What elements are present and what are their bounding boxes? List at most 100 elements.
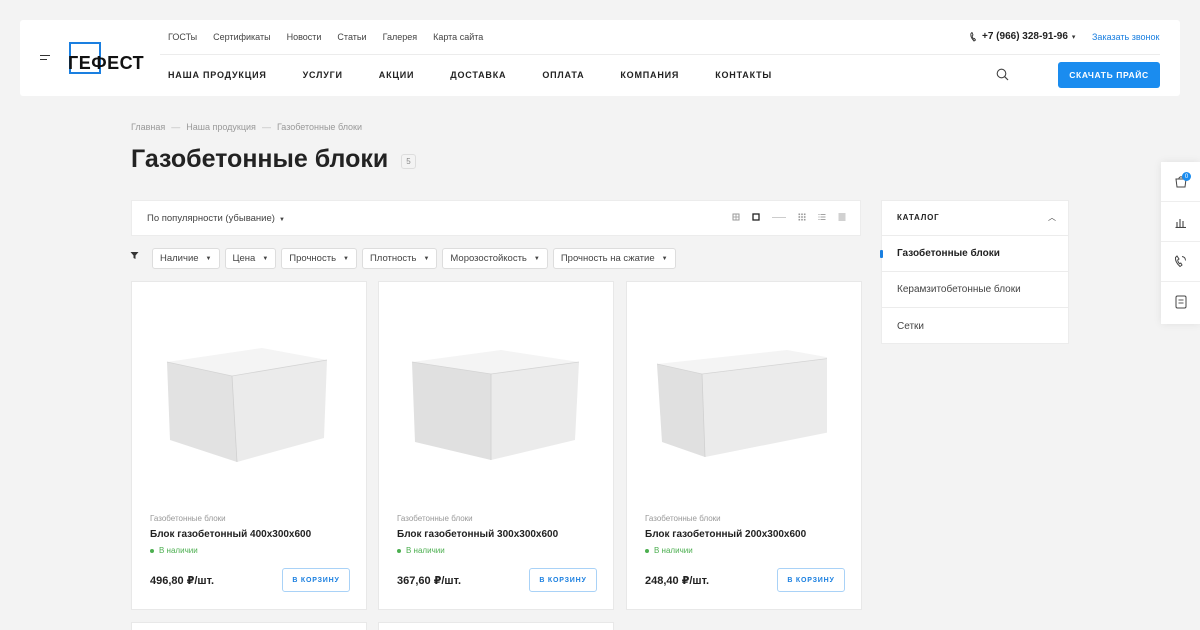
top-link-sitemap[interactable]: Карта сайта [433, 32, 483, 42]
filter-icon[interactable] [130, 251, 139, 260]
grid-block-icon[interactable] [752, 213, 760, 221]
nav-contacts[interactable]: КОНТАКТЫ [715, 70, 772, 80]
product-name[interactable]: Блок газобетонный 400х300х600 [150, 529, 311, 540]
download-price-button[interactable]: СКАЧАТЬ ПРАЙС [1058, 62, 1160, 88]
top-link-certificates[interactable]: Сертификаты [213, 32, 270, 42]
add-to-cart-button[interactable]: В КОРЗИНУ [282, 568, 350, 592]
product-image[interactable] [409, 342, 579, 467]
product-card[interactable]: Газобетонные блоки Блок газобетонный 200… [626, 281, 862, 610]
chevron-down-icon: ▼ [278, 217, 285, 223]
product-card[interactable]: Газобетонные блоки Блок газобетонный 400… [131, 281, 367, 610]
logo[interactable]: ГЕФЕСТ [68, 40, 144, 74]
stock-status: В наличии [645, 546, 693, 555]
top-link-articles[interactable]: Статьи [337, 32, 366, 42]
breadcrumb-current: Газобетонные блоки [276, 122, 363, 132]
phone-icon [1174, 255, 1186, 268]
floating-compare[interactable] [1161, 202, 1200, 242]
floating-callback[interactable] [1161, 242, 1200, 282]
add-to-cart-button[interactable]: В КОРЗИНУ [777, 568, 845, 592]
product-price: 496,80 ₽/шт. [150, 575, 215, 587]
page-title: Газобетонные блоки [131, 145, 389, 173]
nav-delivery[interactable]: ДОСТАВКА [450, 70, 506, 80]
chevron-down-icon: ▼ [533, 255, 540, 262]
stock-label: В наличии [159, 546, 198, 555]
filter-strength-label: Прочность [289, 253, 337, 264]
product-image[interactable] [162, 342, 332, 467]
chevron-down-icon: ▼ [205, 255, 212, 262]
nav-services[interactable]: УСЛУГИ [303, 70, 343, 80]
filter-availability-label: Наличие [160, 253, 199, 264]
menu-icon[interactable] [40, 55, 50, 61]
header-divider [160, 54, 1160, 55]
product-price: 367,60 ₽/шт. [397, 575, 462, 587]
search-icon[interactable] [996, 68, 1009, 81]
callback-link[interactable]: Заказать звонок [1092, 32, 1159, 42]
stock-dot-icon [150, 548, 154, 553]
table-icon[interactable] [838, 213, 846, 221]
product-image[interactable] [657, 342, 827, 467]
chevron-down-icon: ▼ [343, 255, 349, 262]
filter-strength[interactable]: Прочность ▼ [281, 248, 357, 269]
stock-label: В наличии [654, 546, 693, 555]
product-name[interactable]: Блок газобетонный 200х300х600 [645, 529, 806, 540]
catalog-sidebar: КАТАЛОГ ︿ Газобетонные блоки Керамзитобе… [880, 200, 1069, 344]
catalog-item-expanded-clay-blocks[interactable]: Керамзитобетонные блоки [882, 272, 1068, 308]
view-switcher [732, 213, 846, 221]
catalog-header[interactable]: КАТАЛОГ ︿ [882, 201, 1068, 236]
floating-documents[interactable] [1161, 282, 1200, 322]
chevron-down-icon: ▼ [423, 255, 430, 262]
stock-dot-icon [397, 548, 401, 553]
filter-density-label: Плотность [369, 253, 417, 264]
main-nav: НАША ПРОДУКЦИЯ УСЛУГИ АКЦИИ ДОСТАВКА ОПЛ… [168, 70, 808, 80]
stock-dot-icon [645, 548, 649, 553]
add-to-cart-button[interactable]: В КОРЗИНУ [529, 568, 597, 592]
view-divider [772, 216, 786, 218]
product-card-partial[interactable] [378, 622, 614, 630]
catalog-item-aerated-blocks[interactable]: Газобетонные блоки [880, 236, 1068, 272]
product-card[interactable]: Газобетонные блоки Блок газобетонный 300… [378, 281, 614, 610]
product-category: Газобетонные блоки [150, 514, 226, 523]
filter-bar: Наличие ▼ Цена ▼ Прочность ▼ Плотность ▼ Мор… [152, 248, 676, 269]
phone-number[interactable]: +7 (966) 328-91-96 [982, 31, 1068, 42]
top-link-gallery[interactable]: Галерея [383, 32, 418, 42]
top-link-news[interactable]: Новости [287, 32, 322, 42]
phone-block[interactable]: +7 (966) 328-91-96 ▾ [970, 31, 1075, 42]
filter-frost-resistance[interactable]: Морозостойкость ▼ [442, 248, 548, 269]
filter-density[interactable]: Плотность ▼ [361, 248, 438, 269]
logo-text: ГЕФЕСТ [68, 53, 145, 73]
breadcrumb-home[interactable]: Главная [131, 122, 165, 132]
sort-dropdown[interactable]: По популярности (убывание) ▼ [147, 213, 285, 224]
nav-promotions[interactable]: АКЦИИ [379, 70, 415, 80]
product-name[interactable]: Блок газобетонный 300х300х600 [397, 529, 558, 540]
product-card-partial[interactable] [131, 622, 367, 630]
product-count-badge: 5 [401, 154, 416, 169]
filter-compressive-label: Прочность на сжатие [560, 253, 655, 264]
top-link-gost[interactable]: ГОСТы [168, 32, 197, 42]
grid-small-icon[interactable] [798, 213, 806, 221]
cart-count-badge: 0 [1182, 172, 1191, 181]
sort-label: По популярности (убывание) [147, 213, 275, 224]
nav-payment[interactable]: ОПЛАТА [542, 70, 584, 80]
grid-large-icon[interactable] [732, 213, 740, 221]
site-header: ГЕФЕСТ ГОСТы Сертификаты Новости Статьи … [20, 20, 1180, 96]
product-category: Газобетонные блоки [645, 514, 721, 523]
stock-status: В наличии [397, 546, 445, 555]
document-icon [1175, 295, 1186, 309]
stock-status: В наличии [150, 546, 198, 555]
product-price: 248,40 ₽/шт. [645, 575, 710, 587]
chevron-up-icon[interactable]: ︿ [1048, 212, 1056, 223]
chevron-down-icon: ▼ [661, 255, 668, 262]
breadcrumb-products[interactable]: Наша продукция [186, 122, 256, 132]
chevron-down-icon[interactable]: ▾ [1072, 33, 1076, 41]
nav-company[interactable]: КОМПАНИЯ [620, 70, 679, 80]
product-category: Газобетонные блоки [397, 514, 473, 523]
nav-products[interactable]: НАША ПРОДУКЦИЯ [168, 70, 267, 80]
floating-cart[interactable]: 0 [1161, 162, 1200, 202]
chevron-down-icon: ▼ [262, 255, 269, 262]
filter-price-label: Цена [232, 253, 256, 264]
filter-availability[interactable]: Наличие ▼ [152, 248, 220, 269]
catalog-item-meshes[interactable]: Сетки [882, 308, 1068, 344]
list-icon[interactable] [818, 213, 826, 221]
filter-price[interactable]: Цена ▼ [224, 248, 277, 269]
filter-compressive-strength[interactable]: Прочность на сжатие ▼ [552, 248, 676, 269]
